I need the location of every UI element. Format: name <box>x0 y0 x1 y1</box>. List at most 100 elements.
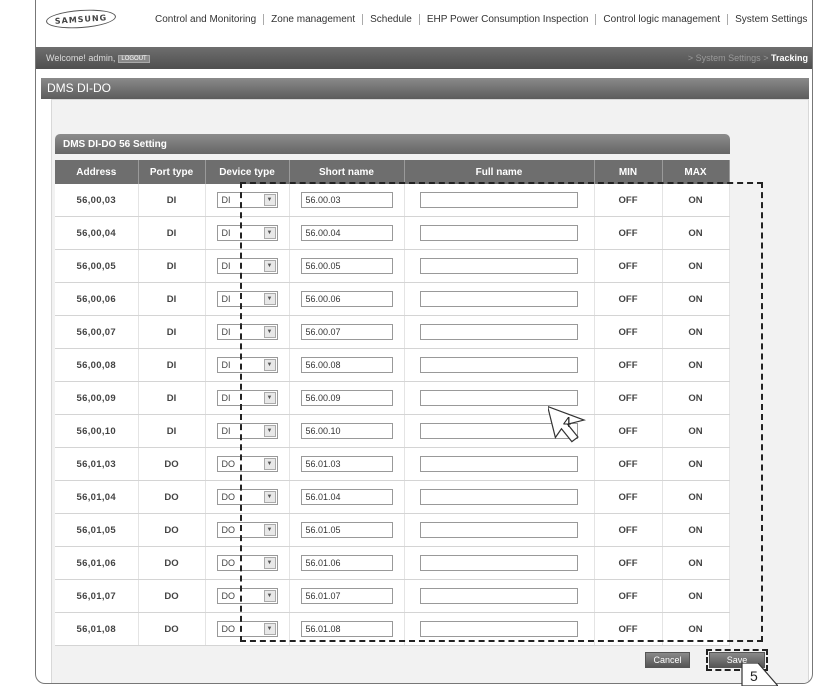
device-type-cell: DO ▼ <box>205 546 290 580</box>
welcome-text: Welcome! admin, <box>46 53 116 63</box>
samsung-logo: SAMSUNG <box>45 7 117 31</box>
short-name-input[interactable]: 56.00.08 <box>300 357 393 373</box>
short-name-input[interactable]: 56.01.05 <box>300 522 393 538</box>
device-type-select[interactable]: DI ▼ <box>216 192 278 208</box>
port-type-cell: DI <box>138 381 206 415</box>
chevron-down-icon[interactable]: ▼ <box>263 524 276 536</box>
chevron-down-icon[interactable]: ▼ <box>263 590 276 602</box>
device-type-cell: DO ▼ <box>205 513 290 547</box>
address-cell: 56,01,08 <box>55 612 139 646</box>
device-type-select[interactable]: DO ▼ <box>216 621 278 637</box>
full-name-input[interactable] <box>420 489 578 505</box>
device-type-select[interactable]: DI ▼ <box>216 423 278 439</box>
port-type-cell: DI <box>138 282 206 316</box>
table-row: 56,01,07 DO DO ▼ 56.01.07 OFF ON <box>55 579 730 613</box>
short-name-input[interactable]: 56.00.05 <box>300 258 393 274</box>
chevron-down-icon[interactable]: ▼ <box>263 326 276 338</box>
full-name-input[interactable] <box>420 324 578 340</box>
max-cell: ON <box>662 546 730 580</box>
device-type-cell: DO ▼ <box>205 612 290 646</box>
column-header-min: MIN <box>594 160 663 184</box>
port-type-cell: DO <box>138 546 206 580</box>
short-name-input[interactable]: 56.01.03 <box>300 456 393 472</box>
short-name-input[interactable]: 56.01.08 <box>300 621 393 637</box>
full-name-cell <box>404 348 595 382</box>
device-type-select[interactable]: DO ▼ <box>216 489 278 505</box>
table-row: 56,00,05 DI DI ▼ 56.00.05 OFF ON <box>55 249 730 283</box>
short-name-input[interactable]: 56.00.03 <box>300 192 393 208</box>
menu-control-monitoring[interactable]: Control and Monitoring <box>148 14 265 25</box>
short-name-input[interactable]: 56.00.07 <box>300 324 393 340</box>
step-5-pointer-icon: 5 <box>741 663 778 686</box>
port-type-cell: DI <box>138 348 206 382</box>
device-type-cell: DI ▼ <box>205 414 290 448</box>
menu-zone-management[interactable]: Zone management <box>264 14 364 25</box>
address-cell: 56,00,03 <box>55 184 139 217</box>
chevron-down-icon[interactable]: ▼ <box>263 293 276 305</box>
device-type-select[interactable]: DO ▼ <box>216 588 278 604</box>
chevron-down-icon[interactable]: ▼ <box>263 359 276 371</box>
device-type-select[interactable]: DI ▼ <box>216 390 278 406</box>
min-cell: OFF <box>594 513 663 547</box>
device-type-select[interactable]: DI ▼ <box>216 357 278 373</box>
menu-schedule[interactable]: Schedule <box>363 14 420 25</box>
full-name-cell <box>404 249 595 283</box>
chevron-down-icon[interactable]: ▼ <box>263 194 276 206</box>
device-type-select[interactable]: DO ▼ <box>216 522 278 538</box>
chevron-down-icon[interactable]: ▼ <box>263 260 276 272</box>
chevron-down-icon[interactable]: ▼ <box>263 392 276 404</box>
device-type-select[interactable]: DI ▼ <box>216 258 278 274</box>
short-name-input[interactable]: 56.01.04 <box>300 489 393 505</box>
short-name-input[interactable]: 56.00.06 <box>300 291 393 307</box>
chevron-down-icon[interactable]: ▼ <box>263 623 276 635</box>
full-name-input[interactable] <box>420 357 578 373</box>
short-name-input[interactable]: 56.01.07 <box>300 588 393 604</box>
full-name-input[interactable] <box>420 258 578 274</box>
device-type-value: DO <box>221 624 236 634</box>
full-name-input[interactable] <box>420 621 578 637</box>
breadcrumb: > System Settings > Tracking <box>688 53 808 63</box>
full-name-input[interactable] <box>420 192 578 208</box>
full-name-input[interactable] <box>420 456 578 472</box>
device-type-select[interactable]: DI ▼ <box>216 225 278 241</box>
full-name-input[interactable] <box>420 225 578 241</box>
device-type-select[interactable]: DI ▼ <box>216 291 278 307</box>
full-name-input[interactable] <box>420 588 578 604</box>
device-type-select[interactable]: DO ▼ <box>216 555 278 571</box>
short-name-input[interactable]: 56.01.06 <box>300 555 393 571</box>
port-type-cell: DI <box>138 216 206 250</box>
chevron-down-icon[interactable]: ▼ <box>263 491 276 503</box>
short-name-input[interactable]: 56.00.09 <box>300 390 393 406</box>
logout-button[interactable]: LOGOUT <box>118 54 150 63</box>
full-name-input[interactable] <box>420 555 578 571</box>
cancel-button[interactable]: Cancel <box>645 652 690 668</box>
max-cell: ON <box>662 480 730 514</box>
menu-system-settings[interactable]: System Settings <box>728 14 812 25</box>
chevron-down-icon[interactable]: ▼ <box>263 425 276 437</box>
max-cell: ON <box>662 447 730 481</box>
device-type-value: DI <box>221 228 231 238</box>
short-name-input[interactable]: 56.00.10 <box>300 423 393 439</box>
menu-control-logic[interactable]: Control logic management <box>596 14 729 25</box>
max-cell: ON <box>662 249 730 283</box>
device-type-value: DI <box>221 360 231 370</box>
chevron-down-icon[interactable]: ▼ <box>263 458 276 470</box>
full-name-input[interactable] <box>420 291 578 307</box>
full-name-input[interactable] <box>420 522 578 538</box>
max-cell: ON <box>662 414 730 448</box>
short-name-cell: 56.00.03 <box>289 184 405 217</box>
breadcrumb-parent[interactable]: System Settings <box>696 53 761 63</box>
chevron-down-icon[interactable]: ▼ <box>263 227 276 239</box>
max-cell: ON <box>662 282 730 316</box>
menu-ehp-power[interactable]: EHP Power Consumption Inspection <box>420 14 597 25</box>
device-type-cell: DO ▼ <box>205 579 290 613</box>
step-5-label: 5 <box>750 668 758 684</box>
device-type-select[interactable]: DO ▼ <box>216 456 278 472</box>
device-type-select[interactable]: DI ▼ <box>216 324 278 340</box>
short-name-input[interactable]: 56.00.04 <box>300 225 393 241</box>
chevron-down-icon[interactable]: ▼ <box>263 557 276 569</box>
address-cell: 56,01,06 <box>55 546 139 580</box>
port-type-cell: DI <box>138 184 206 217</box>
table-body: 56,00,03 DI DI ▼ 56.00.03 OFF ON 56,00,04 DI DI ▼ 5… <box>55 184 730 646</box>
full-name-cell <box>404 315 595 349</box>
